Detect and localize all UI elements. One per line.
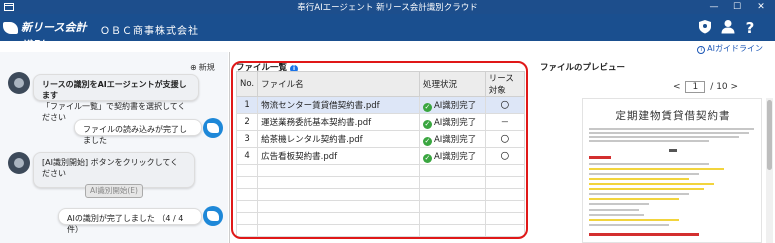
chat-message-user: ファイルの読み込みが完了しました <box>74 119 202 145</box>
user-avatar <box>203 118 223 138</box>
window-title: 奉行AIエージェント 新リース会計識別クラウド <box>297 3 478 13</box>
logo-mark-icon <box>3 22 18 34</box>
doc-text-line <box>589 140 709 142</box>
app-logo: 新リース会計識別 <box>3 19 91 52</box>
doc-text-line <box>589 163 709 165</box>
user-icon[interactable] <box>719 19 737 37</box>
window-titlebar: 奉行AIエージェント 新リース会計識別クラウド — ☐ ✕ <box>0 0 775 14</box>
new-chat-button[interactable]: ⊕ 新規 <box>190 62 215 73</box>
user-avatar <box>203 206 223 226</box>
doc-text-line <box>589 193 689 195</box>
minimize-button[interactable]: — <box>703 0 725 14</box>
preview-title: ファイルのプレビュー <box>540 63 626 73</box>
ai-guideline-link[interactable]: i AIガイドライン <box>697 43 763 54</box>
chat-message-bot: [AI識別開始] ボタンをクリックしてください AI識別開始(E) <box>33 152 195 198</box>
help-icon[interactable]: ? <box>741 19 759 37</box>
new-chat-label: 新規 <box>198 63 215 72</box>
doc-highlight-line <box>589 219 679 221</box>
doc-highlight-line <box>589 168 724 170</box>
doc-text-line <box>589 128 754 130</box>
doc-highlight-line <box>589 188 704 190</box>
page-total: / 10 <box>710 82 728 92</box>
ai-identify-start-button[interactable]: AI識別開始(E) <box>85 184 143 198</box>
new-chat-icon: ⊕ <box>190 63 197 72</box>
highlight-frame <box>231 61 528 239</box>
agent-avatar <box>8 72 30 94</box>
logo-text: 新リース会計識別 <box>21 21 87 52</box>
shield-icon[interactable] <box>696 19 714 37</box>
chat-message-bot: リースの識別をAIエージェントが支援します 「ファイル一覧」で契約書を選択してく… <box>33 74 199 122</box>
doc-text-line <box>589 203 649 205</box>
preview-scrollbar[interactable] <box>766 98 773 243</box>
doc-text-line <box>589 173 699 175</box>
doc-text-line <box>589 214 644 216</box>
document-preview[interactable]: 定期建物賃貸借契約書 <box>582 98 762 243</box>
ai-guideline-label: AIガイドライン <box>707 44 763 53</box>
close-button[interactable]: ✕ <box>750 0 772 14</box>
doc-text-line <box>589 224 669 226</box>
doc-section-heading <box>589 233 699 236</box>
info-circle-icon: i <box>697 46 706 54</box>
company-name: ＯＢＣ商事株式会社 <box>100 26 199 37</box>
page-navigator: < 1 / 10 > <box>673 81 738 93</box>
pane-divider[interactable] <box>229 52 230 243</box>
doc-highlight-line <box>589 198 679 200</box>
doc-text-line <box>589 136 739 138</box>
doc-text-line <box>589 209 639 211</box>
next-page-button[interactable]: > <box>731 82 739 92</box>
doc-highlight-line <box>589 183 714 185</box>
doc-section-heading <box>589 156 611 159</box>
app-header: 新リース会計識別 ＯＢＣ商事株式会社 ? <box>0 14 775 52</box>
agent-avatar <box>8 152 30 174</box>
chat-text: リースの識別をAIエージェントが支援します <box>42 80 187 100</box>
chat-message-user: AIの識別が完了しました （4 / 4 件） <box>58 208 202 234</box>
doc-heading-mark <box>669 149 677 152</box>
maximize-button[interactable]: ☐ <box>726 0 748 14</box>
scrollbar-thumb[interactable] <box>767 100 772 170</box>
doc-highlight-line <box>589 178 689 180</box>
document-title: 定期建物賃貸借契約書 <box>615 110 731 122</box>
prev-page-button[interactable]: < <box>673 82 681 92</box>
doc-text-line <box>589 132 749 134</box>
page-number-input[interactable]: 1 <box>685 81 706 93</box>
chat-text: [AI識別開始] ボタンをクリックしてください <box>42 158 179 178</box>
